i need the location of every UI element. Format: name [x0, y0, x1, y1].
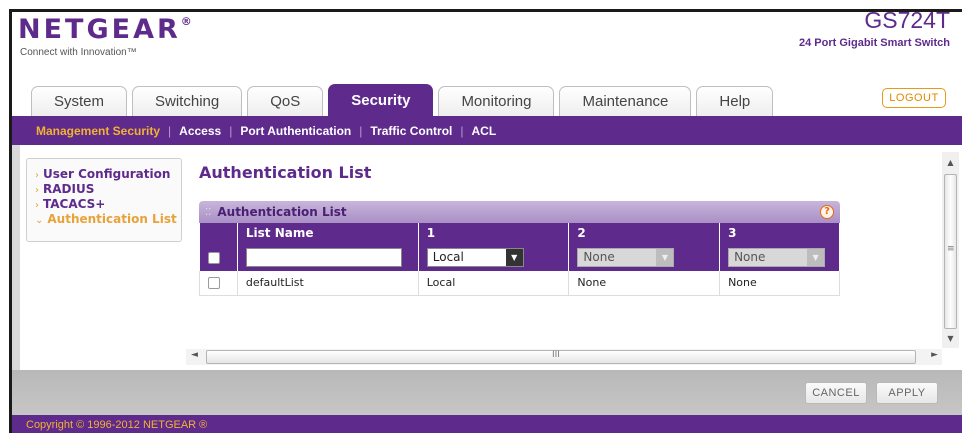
cancel-button[interactable]: CANCEL: [805, 382, 867, 404]
subnav-management-security[interactable]: Management Security: [36, 124, 160, 138]
cell-method-2: None: [568, 271, 721, 296]
tab-security[interactable]: Security: [328, 84, 434, 116]
sidebar: › User Configuration › RADIUS › TACACS+ ⌄ Au…: [26, 158, 182, 242]
subnav-traffic-control[interactable]: Traffic Control: [370, 124, 452, 138]
main-tabs: System Switching QoS Security Monitoring…: [31, 84, 778, 116]
row-checkbox[interactable]: [208, 277, 220, 290]
edit-row: Local ▼ None ▼ None ▼: [199, 243, 840, 271]
tab-qos[interactable]: QoS: [247, 86, 324, 116]
table-row: defaultList Local None None: [199, 271, 840, 296]
horizontal-scroll-thumb[interactable]: [206, 350, 916, 364]
tab-switching[interactable]: Switching: [132, 86, 243, 116]
subnav-separator: |: [229, 123, 233, 138]
method-2-select[interactable]: None ▼: [577, 247, 675, 267]
method-3-select[interactable]: None ▼: [728, 247, 826, 267]
cell-method-3: None: [719, 271, 840, 296]
scroll-right-icon[interactable]: ►: [931, 350, 938, 360]
sidebar-item-user-configuration[interactable]: › User Configuration: [35, 167, 181, 182]
subnav-separator: |: [460, 123, 464, 138]
column-header-select: [199, 223, 238, 243]
method-1-select[interactable]: Local ▼: [426, 247, 524, 267]
cell-method-1: Local: [418, 271, 570, 296]
chevron-down-icon: ▼: [656, 248, 674, 266]
panel-header: ⁚⁚ Authentication List ?: [199, 201, 840, 223]
sidebar-item-tacacs[interactable]: › TACACS+: [35, 197, 181, 212]
subnav-separator: |: [168, 123, 172, 138]
chevron-down-icon: ▼: [807, 248, 825, 266]
cell-list-name: defaultList: [237, 271, 419, 296]
vertical-scrollbar[interactable]: ▲ ≡ ▼: [942, 152, 959, 348]
chevron-right-icon: ›: [35, 185, 39, 196]
tab-help[interactable]: Help: [696, 86, 774, 116]
chevron-right-icon: ›: [35, 170, 39, 181]
tab-system[interactable]: System: [31, 86, 128, 116]
column-header-method-3: 3: [719, 223, 840, 243]
help-icon[interactable]: ?: [820, 205, 834, 219]
tagline: Connect with Innovation™: [20, 47, 137, 58]
apply-button[interactable]: APPLY: [876, 382, 938, 404]
scroll-up-icon[interactable]: ▲: [942, 156, 959, 170]
chevron-down-icon: ▼: [505, 248, 523, 266]
netgear-logo: NETGEAR®: [18, 14, 192, 45]
horizontal-scrollbar[interactable]: ◄ III ►: [186, 349, 942, 365]
select-all-checkbox[interactable]: [207, 251, 220, 264]
page-title: Authentication List: [199, 163, 372, 182]
scroll-left-icon[interactable]: ◄: [191, 350, 198, 360]
list-name-input[interactable]: [245, 247, 402, 267]
chevron-right-icon: ›: [35, 200, 39, 211]
model-name: GS724T: [864, 7, 950, 33]
scroll-down-icon[interactable]: ▼: [942, 332, 959, 346]
footer-copyright: Copyright © 1996-2012 NETGEAR ®: [12, 415, 962, 433]
content-left-strip: [12, 145, 20, 370]
tab-monitoring[interactable]: Monitoring: [438, 86, 555, 116]
grip-icon: ⁚⁚: [205, 206, 212, 218]
column-header-list-name: List Name: [237, 223, 419, 243]
chevron-down-icon: ⌄: [35, 215, 44, 226]
subnav-port-authentication[interactable]: Port Authentication: [240, 124, 351, 138]
tab-maintenance[interactable]: Maintenance: [559, 86, 692, 116]
authentication-list-table: List Name 1 2 3 Local ▼ None ▼ None ▼ de…: [199, 223, 840, 296]
subnav-access[interactable]: Access: [179, 124, 221, 138]
grip-icon: III: [552, 350, 560, 360]
sidebar-item-radius[interactable]: › RADIUS: [35, 182, 181, 197]
model-description: 24 Port Gigabit Smart Switch: [799, 37, 950, 49]
column-header-method-1: 1: [418, 223, 570, 243]
logout-button[interactable]: LOGOUT: [882, 88, 946, 108]
subnav-separator: |: [359, 123, 363, 138]
grip-icon: ≡: [947, 244, 955, 254]
column-header-method-2: 2: [568, 223, 721, 243]
subnav-acl[interactable]: ACL: [472, 124, 497, 138]
sidebar-item-authentication-list[interactable]: ⌄ Authentication List: [35, 212, 181, 227]
panel-title: Authentication List: [217, 205, 347, 219]
sub-navigation: Management Security | Access | Port Auth…: [12, 116, 962, 145]
